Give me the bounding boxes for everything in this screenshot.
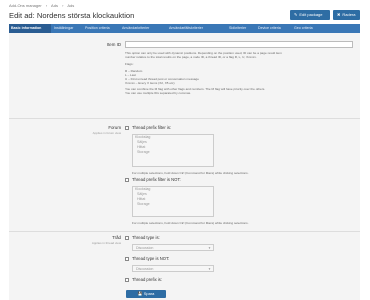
multi-select-help: For multiple selections, hold down Ctrl …	[132, 221, 249, 225]
thread-type-is-label: Thread type is:	[132, 235, 160, 240]
form-area: Item ID This option can only be used wit…	[9, 33, 360, 300]
delete-label: Radera	[342, 12, 356, 17]
thread-prefix-is-label: Thread prefix is:	[132, 277, 163, 282]
edit-package-label: Edit package	[299, 12, 323, 17]
save-icon: 💾	[137, 291, 143, 296]
tab-sidkriterier[interactable]: Sidkriterier	[227, 24, 248, 33]
chevron-down-icon: ▼	[208, 267, 211, 271]
save-button[interactable]: 💾 Spara	[126, 290, 166, 298]
breadcrumb-item[interactable]: Ads	[67, 3, 74, 8]
pencil-icon: ✎	[294, 12, 298, 17]
tab-basic-information[interactable]: Basic information	[9, 24, 51, 33]
tab-installningar[interactable]: Inställningar	[52, 24, 75, 33]
tab-geo-criteria[interactable]: Geo criteria	[292, 24, 315, 33]
breadcrumb-item[interactable]: Ads	[51, 3, 58, 8]
delete-button[interactable]: ✖ Radera	[333, 10, 360, 20]
breadcrumb-separator: ›	[62, 3, 64, 8]
help-line: You can use multiple IDs separated by co…	[125, 91, 192, 95]
edit-package-button[interactable]: ✎ Edit package	[290, 10, 330, 20]
forum-label: Forum	[108, 125, 121, 130]
prefix-filter-not-checkbox[interactable]	[125, 178, 129, 182]
save-label: Spara	[143, 291, 155, 296]
tab-device-criteria[interactable]: Device criteria	[256, 24, 283, 33]
item-id-help: This option can only be used with dynami…	[125, 51, 357, 95]
item-id-label: Item ID	[106, 42, 121, 47]
divider	[9, 118, 360, 119]
prefix-filter-not-label: Thread prefix filter is NOT:	[132, 177, 181, 182]
breadcrumb: Add-Ons manager › Ads › Ads	[9, 3, 77, 8]
list-option[interactable]: Storage	[133, 150, 213, 155]
thread-prefix-is-checkbox[interactable]	[125, 278, 129, 282]
select-value: Discussion	[136, 246, 154, 250]
page-title: Edit ad: Nordens största klockauktion	[9, 11, 135, 20]
tab-bar: Basic information Inställningar Position…	[9, 24, 360, 33]
item-id-input[interactable]	[125, 41, 353, 48]
tab-position-criteria[interactable]: Position criteria	[83, 24, 112, 33]
divider	[9, 231, 360, 232]
breadcrumb-separator: ›	[45, 3, 48, 8]
multi-select-help: For multiple selections, hold down Ctrl …	[132, 171, 249, 175]
trad-label: Tråd	[112, 235, 121, 240]
chevron-down-icon: ▼	[208, 246, 211, 250]
thread-type-not-label: Thread type is NOT:	[132, 256, 170, 261]
tab-anvandarfaltskriterier[interactable]: Användarfältskriterier	[167, 24, 205, 33]
breadcrumb-item[interactable]: Add-Ons manager	[9, 3, 42, 8]
select-value: Discussion	[136, 267, 154, 271]
thread-type-not-select[interactable]: Discussion ▼	[132, 265, 214, 272]
prefix-filter-not-listbox[interactable]: Klockslag Säljes Hittat Storage	[132, 186, 214, 217]
prefix-filter-is-checkbox[interactable]	[125, 126, 129, 130]
prefix-filter-is-label: Thread prefix filter is:	[132, 125, 172, 130]
trad-sublabel: Applies in thread view	[91, 241, 121, 245]
thread-type-not-checkbox[interactable]	[125, 257, 129, 261]
prefix-filter-is-listbox[interactable]: Klockslag Säljes Hittat Storage	[132, 134, 214, 167]
tab-anvandarkriterier[interactable]: Användarkriterier	[120, 24, 151, 33]
thread-type-is-checkbox[interactable]	[125, 236, 129, 240]
trash-icon: ✖	[337, 12, 341, 17]
thread-type-is-select[interactable]: Discussion ▼	[132, 244, 214, 251]
list-option[interactable]: Storage	[133, 202, 213, 207]
forum-sublabel: Applies in forum view	[92, 131, 121, 135]
